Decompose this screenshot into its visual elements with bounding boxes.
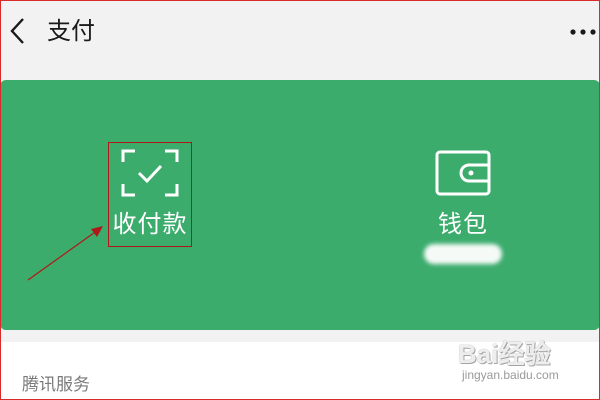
chevron-left-icon bbox=[10, 18, 24, 44]
back-button[interactable] bbox=[4, 14, 32, 48]
services-section bbox=[0, 342, 600, 400]
more-dots-icon bbox=[570, 29, 596, 35]
wallet-label: 钱包 bbox=[438, 210, 488, 238]
page-title: 支付 bbox=[47, 17, 95, 45]
receive-pay-button[interactable]: 收付款 bbox=[108, 140, 192, 250]
more-button[interactable] bbox=[566, 22, 600, 42]
section-title: 腾讯服务 bbox=[22, 375, 90, 395]
wallet-icon bbox=[435, 150, 491, 196]
wallet-balance-redacted bbox=[424, 244, 502, 264]
receive-pay-label: 收付款 bbox=[112, 210, 188, 238]
wallet-button[interactable]: 钱包 bbox=[410, 142, 516, 276]
payment-panel: 收付款 钱包 bbox=[0, 80, 600, 330]
top-bar: 支付 bbox=[0, 0, 600, 62]
scan-check-icon bbox=[121, 149, 179, 197]
